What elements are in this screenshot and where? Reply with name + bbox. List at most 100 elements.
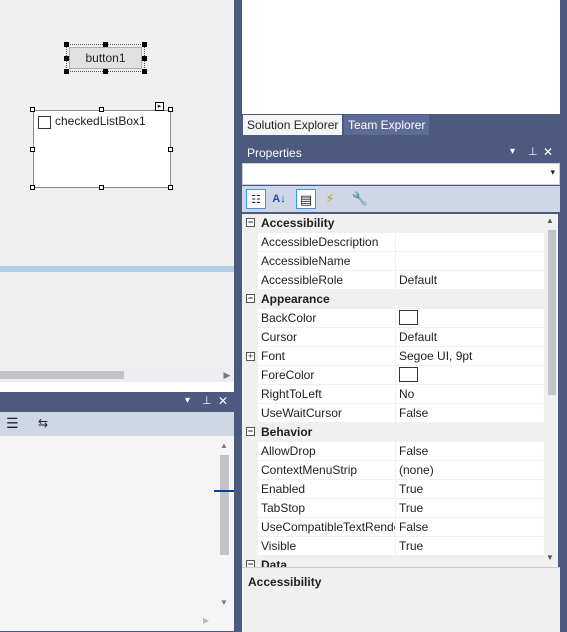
tab-team-explorer[interactable]: Team Explorer (344, 115, 430, 135)
property-value[interactable]: No (396, 385, 544, 404)
selection-handle[interactable] (103, 69, 108, 74)
selection-handle[interactable] (64, 69, 69, 74)
categorized-icon[interactable]: ☷ (246, 189, 266, 209)
selection-handle[interactable] (103, 42, 108, 47)
property-name: Visible (258, 537, 396, 556)
category-row[interactable]: − Accessibility (242, 214, 544, 233)
property-value[interactable]: False (396, 442, 544, 461)
checkedlistbox-label: checkedListBox1 (55, 114, 146, 128)
selection-handle[interactable] (64, 42, 69, 47)
selection-handle[interactable] (30, 147, 35, 152)
property-row[interactable]: BackColor (242, 309, 544, 328)
property-value[interactable]: (none) (396, 461, 544, 480)
selection-handle[interactable] (168, 185, 173, 190)
selection-handle[interactable] (64, 56, 69, 61)
divider (0, 382, 234, 392)
property-value[interactable]: False (396, 518, 544, 537)
property-row[interactable]: RightToLeft No (242, 385, 544, 404)
button1-control[interactable]: button1 (69, 47, 142, 69)
scroll-up-icon[interactable]: ▲ (546, 216, 554, 225)
property-row[interactable]: ForeColor (242, 366, 544, 385)
selection-handle[interactable] (30, 107, 35, 112)
property-grid[interactable]: − Accessibility AccessibleDescription Acces… (242, 214, 544, 567)
scroll-down-icon[interactable]: ▼ (546, 553, 554, 562)
property-value[interactable] (396, 233, 544, 252)
description-title: Accessibility (248, 575, 322, 589)
property-row[interactable]: AccessibleRole Default (242, 271, 544, 290)
property-name: Font (258, 347, 396, 366)
property-name: UseWaitCursor (258, 404, 396, 423)
property-value[interactable] (396, 309, 544, 328)
selection-handle[interactable] (99, 185, 104, 190)
selection-handle[interactable] (168, 107, 173, 112)
property-row[interactable]: UseCompatibleTextRende False (242, 518, 544, 537)
scrollbar-thumb[interactable] (0, 371, 124, 379)
property-value[interactable]: True (396, 480, 544, 499)
property-value[interactable]: True (396, 499, 544, 518)
category-row[interactable]: − Appearance (242, 290, 544, 309)
property-name: AccessibleDescription (258, 233, 396, 252)
collapse-icon[interactable]: − (246, 427, 255, 436)
tab-solution-explorer[interactable]: Solution Explorer (243, 115, 343, 135)
property-row[interactable]: UseWaitCursor False (242, 404, 544, 423)
smart-tag-icon[interactable]: ▸ (155, 102, 164, 111)
scroll-up-icon[interactable]: ▲ (220, 441, 228, 450)
properties-icon[interactable]: ▤ (296, 189, 316, 209)
toolwindow-body (0, 436, 234, 631)
collapse-icon[interactable]: − (246, 560, 255, 567)
property-value[interactable] (396, 366, 544, 385)
property-value[interactable]: True (396, 537, 544, 556)
property-row[interactable]: AccessibleDescription (242, 233, 544, 252)
property-pages-icon[interactable]: 🔧 (350, 189, 370, 209)
events-icon[interactable]: ⚡ (320, 189, 340, 209)
list-remove-icon[interactable]: ☰ (6, 415, 19, 432)
property-value[interactable]: False (396, 404, 544, 423)
scrollbar-thumb[interactable] (548, 230, 556, 395)
category-row[interactable]: − Data (242, 556, 544, 567)
selection-handle[interactable] (30, 185, 35, 190)
property-row[interactable]: + Font Segoe UI, 9pt (242, 347, 544, 366)
checkedlistbox1-control[interactable]: checkedListBox1 (33, 110, 171, 188)
property-row[interactable]: AllowDrop False (242, 442, 544, 461)
property-name: UseCompatibleTextRende (258, 518, 396, 537)
close-icon[interactable]: ✕ (218, 394, 228, 408)
property-name: TabStop (258, 499, 396, 518)
selection-handle[interactable] (99, 107, 104, 112)
property-value[interactable]: Segoe UI, 9pt (396, 347, 544, 366)
collapse-icon[interactable]: − (246, 218, 255, 227)
property-row[interactable]: TabStop True (242, 499, 544, 518)
checkbox[interactable] (38, 116, 51, 129)
selection-handle[interactable] (168, 147, 173, 152)
property-name: ContextMenuStrip (258, 461, 396, 480)
scrollbar-thumb[interactable] (220, 455, 229, 555)
selection-handle[interactable] (142, 69, 147, 74)
dropdown-icon[interactable]: ▾ (510, 146, 515, 157)
property-row[interactable]: AccessibleName (242, 252, 544, 271)
property-value[interactable]: Default (396, 271, 544, 290)
pin-icon[interactable]: ⊥ (202, 394, 212, 407)
category-row[interactable]: − Behavior (242, 423, 544, 442)
selection-handle[interactable] (142, 56, 147, 61)
component-tray (0, 272, 234, 368)
property-row[interactable]: Visible True (242, 537, 544, 556)
wrap-icon[interactable]: ⇆ (38, 416, 48, 430)
property-row[interactable]: ContextMenuStrip (none) (242, 461, 544, 480)
property-name: RightToLeft (258, 385, 396, 404)
property-row[interactable]: Cursor Default (242, 328, 544, 347)
scroll-down-icon[interactable]: ▼ (220, 598, 228, 607)
property-value[interactable] (396, 252, 544, 271)
alphabetical-icon[interactable]: A↓ (269, 189, 289, 209)
close-icon[interactable]: ✕ (543, 145, 553, 159)
scroll-right-icon[interactable]: ▶ (203, 616, 209, 625)
property-value[interactable]: Default (396, 328, 544, 347)
property-row[interactable]: Enabled True (242, 480, 544, 499)
collapse-icon[interactable]: − (246, 294, 255, 303)
object-selector-combo[interactable]: ▾ (242, 163, 560, 185)
selection-handle[interactable] (142, 42, 147, 47)
expand-icon[interactable]: + (246, 352, 255, 361)
chevron-down-icon[interactable]: ▾ (550, 167, 555, 178)
property-name: AccessibleName (258, 252, 396, 271)
scroll-right-icon[interactable]: ▶ (220, 368, 234, 382)
pin-icon[interactable]: ⊥ (528, 145, 538, 158)
dropdown-icon[interactable]: ▾ (185, 395, 190, 406)
